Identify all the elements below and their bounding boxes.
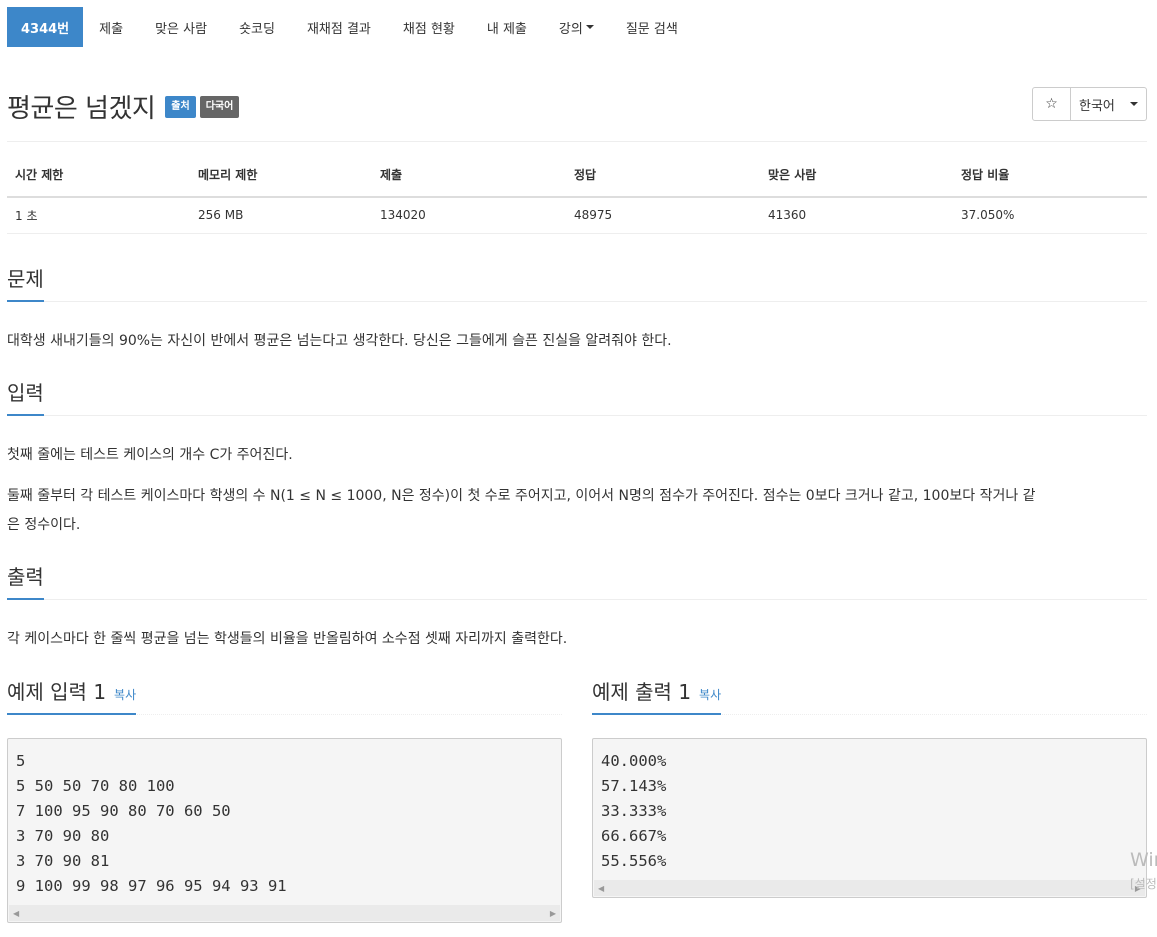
info-value-ratio: 37.050%: [953, 197, 1147, 234]
info-header-submissions: 제출: [372, 163, 566, 198]
problem-nav: 4344번 제출 맞은 사람 숏코딩 재채점 결과 채점 현황 내 제출 강의 …: [7, 7, 694, 47]
nav-tab-rejudge[interactable]: 재채점 결과: [291, 7, 387, 47]
input-description-line1: 첫째 줄에는 테스트 케이스의 개수 C가 주어진다.: [7, 447, 293, 463]
sample-output-title: 예제 출력 1: [592, 680, 692, 704]
info-value-solvers: 41360: [760, 197, 953, 234]
watermark-line2: [설정: [1130, 877, 1157, 891]
input-description-line3: 은 정수이다.: [7, 517, 81, 533]
nav-tab-status[interactable]: 채점 현황: [387, 7, 471, 47]
problem-section-heading: 문제: [7, 263, 44, 302]
problem-title: 평균은 넘겠지: [7, 94, 156, 124]
sample-input-scrollbar[interactable]: ◀ ▶: [9, 905, 560, 921]
info-header-time-limit: 시간 제한: [7, 163, 190, 198]
watermark-line1: Wir: [1130, 849, 1157, 871]
sample-input-copy-button[interactable]: 복사: [114, 688, 136, 702]
info-header-row: 시간 제한 메모리 제한 제출 정답 맞은 사람 정답 비율: [7, 163, 1147, 198]
sample-input-heading: 예제 입력 1 복사: [7, 676, 137, 715]
info-value-row: 1 초 256 MB 134020 48975 41360 37.050%: [7, 197, 1147, 234]
title-divider: [7, 141, 1147, 142]
output-section-heading: 출력: [7, 561, 44, 600]
sample-input-header: 예제 입력 1 복사: [7, 676, 562, 715]
nav-tab-problem[interactable]: 4344번: [7, 7, 84, 47]
star-icon[interactable]: ☆: [1032, 87, 1071, 121]
info-value-accepted: 48975: [566, 197, 760, 234]
caret-down-icon: [585, 25, 594, 29]
sample-output-content: 40.000% 57.143% 33.333% 66.667% 55.556%: [601, 752, 667, 870]
info-header-accepted: 정답: [566, 163, 760, 198]
info-header-solvers: 맞은 사람: [760, 163, 953, 198]
problem-section-header: 문제: [7, 263, 1147, 302]
sample-input-content: 5 5 50 50 70 80 100 7 100 95 90 80 70 60…: [16, 752, 287, 895]
sample-output-header: 예제 출력 1 복사: [592, 676, 1147, 715]
nav-tab-submit[interactable]: 제출: [83, 7, 139, 47]
info-value-submissions: 134020: [372, 197, 566, 234]
info-header-memory-limit: 메모리 제한: [190, 163, 372, 198]
caret-down-icon: [1130, 102, 1138, 106]
input-description-line2: 둘째 줄부터 각 테스트 케이스마다 학생의 수 N(1 ≤ N ≤ 1000,…: [7, 488, 1036, 504]
info-value-memory-limit: 256 MB: [190, 197, 372, 234]
scroll-right-icon[interactable]: ▶: [550, 909, 556, 918]
sample-output-copy-button[interactable]: 복사: [699, 688, 721, 702]
os-activation-watermark: Wir [설정: [1130, 848, 1157, 896]
sample-input-box[interactable]: 5 5 50 50 70 80 100 7 100 95 90 80 70 60…: [7, 738, 562, 923]
source-label[interactable]: 출처: [165, 95, 196, 118]
language-select[interactable]: 한국어: [1071, 87, 1147, 121]
title-toolbar: ☆ 한국어: [1032, 87, 1147, 121]
sample-input-title: 예제 입력 1: [7, 680, 107, 704]
problem-info-table: 시간 제한 메모리 제한 제출 정답 맞은 사람 정답 비율 1 초 256 M…: [7, 163, 1147, 234]
problem-title-row: 평균은 넘겠지 출처 다국어: [7, 88, 240, 125]
nav-tab-my-submissions[interactable]: 내 제출: [471, 7, 543, 47]
language-select-label: 한국어: [1079, 98, 1115, 114]
multilang-label[interactable]: 다국어: [199, 95, 240, 118]
nav-tab-question-search[interactable]: 질문 검색: [610, 7, 694, 47]
problem-description: 대학생 새내기들의 90%는 자신이 반에서 평균은 넘는다고 생각한다. 당신…: [7, 333, 672, 349]
input-section-heading: 입력: [7, 377, 44, 416]
output-description: 각 케이스마다 한 줄씩 평균을 넘는 학생들의 비율을 반올림하여 소수점 셋…: [7, 631, 568, 647]
sample-output-heading: 예제 출력 1 복사: [592, 676, 722, 715]
scroll-left-icon[interactable]: ◀: [13, 909, 19, 918]
nav-tab-short-coding[interactable]: 숏코딩: [223, 7, 291, 47]
output-section-header: 출력: [7, 561, 1147, 600]
nav-tab-solvers[interactable]: 맞은 사람: [139, 7, 223, 47]
sample-output-scrollbar[interactable]: ◀ ▶: [594, 880, 1145, 896]
info-value-time-limit: 1 초: [7, 197, 190, 234]
sample-output-box[interactable]: 40.000% 57.143% 33.333% 66.667% 55.556% …: [592, 738, 1147, 898]
nav-tab-lectures[interactable]: 강의: [543, 7, 610, 47]
nav-tab-lectures-label: 강의: [558, 21, 583, 37]
input-section-header: 입력: [7, 377, 1147, 416]
info-header-ratio: 정답 비율: [953, 163, 1147, 198]
scroll-left-icon[interactable]: ◀: [598, 884, 604, 893]
